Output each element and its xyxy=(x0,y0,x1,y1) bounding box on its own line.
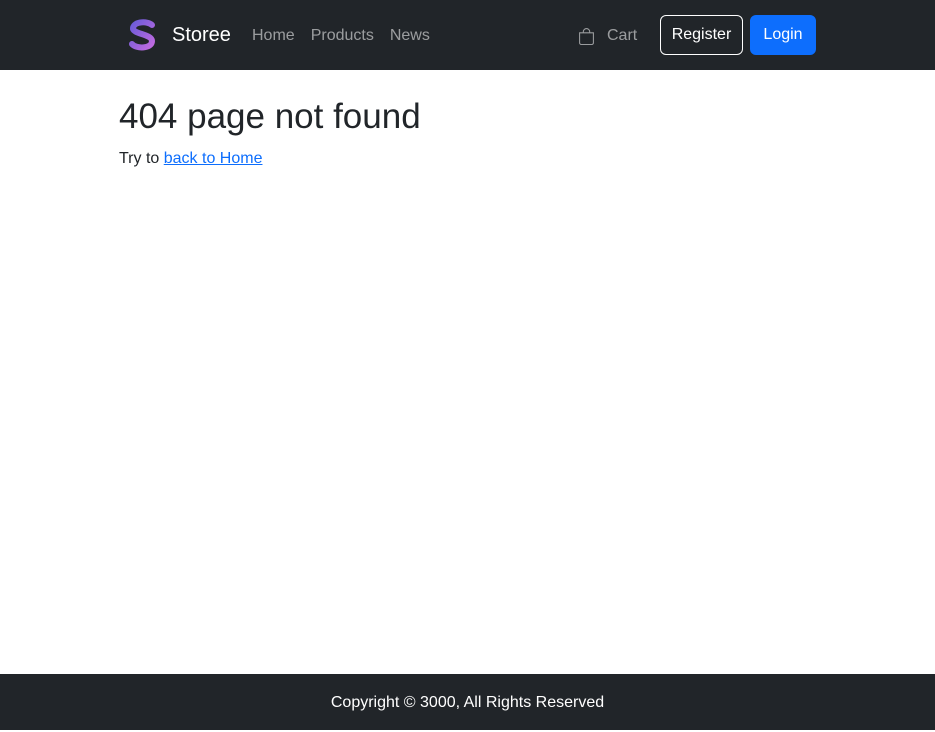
page-title: 404 page not found xyxy=(119,97,421,136)
brand-name: Storee xyxy=(172,24,231,46)
shopping-bag-icon xyxy=(579,27,594,45)
nav-links: Home Products News xyxy=(252,24,430,48)
cart-label: Cart xyxy=(607,27,638,44)
nav-link-home[interactable]: Home xyxy=(252,24,295,48)
brand-link[interactable]: Storee xyxy=(126,16,231,54)
login-button[interactable]: Login xyxy=(750,15,816,55)
helper-text: Try to back to Home xyxy=(119,147,421,171)
back-to-home-link[interactable]: back to Home xyxy=(164,150,263,167)
footer: Copyright © 3000, All Rights Reserved xyxy=(0,674,935,730)
cart-link[interactable]: Cart xyxy=(578,24,637,48)
navbar: Storee Home Products News Cart Register … xyxy=(0,0,935,70)
nav-link-news[interactable]: News xyxy=(390,24,430,48)
main-content: 404 page not found Try to back to Home xyxy=(119,95,421,171)
s-logo-icon xyxy=(129,19,156,51)
helper-prefix: Try to xyxy=(119,150,164,167)
copyright-text: Copyright © 3000, All Rights Reserved xyxy=(330,694,605,711)
nav-link-products[interactable]: Products xyxy=(311,24,374,48)
register-button[interactable]: Register xyxy=(660,15,743,55)
